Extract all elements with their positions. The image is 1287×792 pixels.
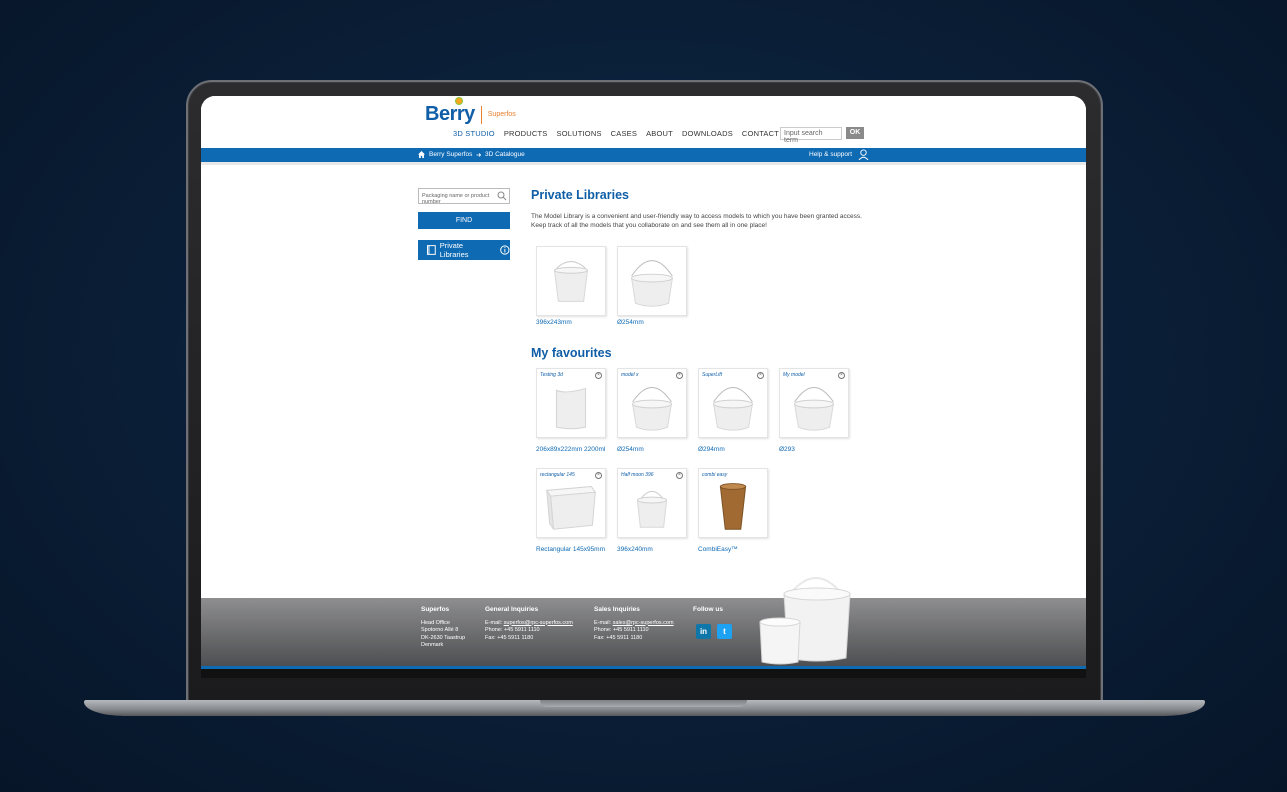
linkedin-icon[interactable]: in [696,624,711,639]
footer-general-title: General Inquiries [485,606,539,613]
bucket-image [631,260,673,307]
footer-follow-title: Follow us [693,606,723,613]
help-support-link[interactable]: Help & support [809,151,852,158]
nav-downloads[interactable]: DOWNLOADS [682,129,733,138]
bucket-image [636,490,668,528]
screen-bottom-bezel [201,669,1086,678]
bucket-image [631,386,673,431]
favourite-card[interactable]: model x × [617,368,687,438]
favourite-card[interactable]: combi easy [698,468,768,538]
library-caption[interactable]: 396x243mm [536,319,572,326]
favourite-caption[interactable]: Rectangular 145x95mm [536,546,605,553]
footer-email-prefix: E-mail: [485,619,503,626]
footer-address-line: Spotorno Allé 8 [421,627,459,633]
cup-image [719,483,747,530]
favourite-card[interactable]: My model × [779,368,849,438]
footer-general-email-link[interactable]: superfos@rpc-superfos.com [504,620,573,626]
breadcrumb: Berry Superfos ➜ 3D Catalogue Help & sup… [201,148,1086,162]
nav-contact[interactable]: CONTACT [742,129,779,138]
footer-address-line: Head Office [421,619,450,626]
nav-cases[interactable]: CASES [611,129,637,138]
favourite-caption[interactable]: Ø254mm [617,446,644,453]
logo-text: Berry [425,103,475,125]
nav-products[interactable]: PRODUCTS [504,129,548,138]
favourite-card[interactable]: Half moon 396 × [617,468,687,538]
favourite-caption[interactable]: Ø293 [779,446,795,453]
footer-follow: Follow us [693,606,723,620]
logo-subtext: Superfos [487,111,516,118]
favourite-card[interactable]: SuperLift × [698,368,768,438]
nav-3d-studio[interactable]: 3D STUDIO [453,129,495,138]
find-button[interactable]: FIND [418,212,510,229]
footer-general: General Inquiries E-mail: superfos@rpc-s… [485,606,573,642]
footer-buckets-image [759,577,851,665]
breadcrumb-3d-catalogue[interactable]: 3D Catalogue [485,151,525,158]
footer-superfos: Superfos Head Office Spotorno Allé 8 DK-… [421,606,465,650]
bucket-image [553,261,589,302]
user-icon[interactable] [858,149,869,160]
laptop-screen: Berry Superfos 3D STUDIO PRODUCTS SOLUTI… [201,96,1086,678]
footer-sales-fax: Fax: +45 5911 1180 [594,634,643,641]
private-libraries-title: Private Libraries [531,188,629,202]
bucket-image [712,386,754,431]
footer-general-fax: Fax: +45 5911 1180 [485,634,534,641]
footer-superfos-title: Superfos [421,606,450,613]
private-libraries-label: Private Libraries [439,241,469,259]
site-header: Berry Superfos 3D STUDIO PRODUCTS SOLUTI… [201,96,1086,148]
site-footer: Superfos Head Office Spotorno Allé 8 DK-… [201,577,1086,666]
footer-sales: Sales Inquiries E-mail: sales@rpc-superf… [594,606,674,642]
header-search-input[interactable]: Input search term [780,127,842,144]
private-libraries-intro: The Model Library is a convenient and us… [531,213,862,229]
library-card[interactable] [617,246,687,316]
search-icon[interactable] [497,191,507,201]
twitter-icon[interactable]: t [717,624,732,639]
logo-divider [480,106,482,124]
footer-email-prefix: E-mail: [594,619,612,626]
footer-sales-phone: Phone: +45 5911 1110 [594,627,649,633]
footer-general-phone: Phone: +45 5911 1110 [485,627,540,633]
favourite-card[interactable]: Testing 3d × [536,368,606,438]
favourites-title: My favourites [531,346,612,360]
footer-address-line: DK-2630 Taastrup [421,634,466,641]
header-divider [201,162,1086,165]
laptop-notch [540,700,747,707]
breadcrumb-berry-superfos[interactable]: Berry Superfos [429,151,472,158]
footer-address-line: Denmark [421,642,444,648]
favourite-caption[interactable]: Ø294mm [698,446,725,453]
book-icon [427,245,436,255]
info-icon[interactable] [500,245,510,255]
rectangular-container-image [545,485,597,530]
private-libraries-button[interactable]: Private Libraries [418,240,510,260]
favourite-caption[interactable]: 396x240mm [617,546,653,553]
footer-sales-email-link[interactable]: sales@rpc-superfos.com [613,620,674,626]
nav-about[interactable]: ABOUT [646,129,673,138]
berry-logo[interactable]: Berry Superfos [425,97,516,126]
bucket-image [793,386,835,431]
nav-solutions[interactable]: SOLUTIONS [557,129,602,138]
favourite-caption[interactable]: CombiEasy™ [698,546,738,553]
logo-dot-icon [455,97,463,105]
search-ok-button[interactable]: OK [846,127,864,139]
footer-sales-title: Sales Inquiries [594,606,640,613]
library-card[interactable] [536,246,606,316]
home-icon[interactable] [418,151,425,158]
library-caption[interactable]: Ø254mm [617,319,644,326]
main-nav: 3D STUDIO PRODUCTS SOLUTIONS CASES ABOUT… [453,129,779,138]
pouch-image [555,387,587,430]
favourite-card[interactable]: rectangular 145 × [536,468,606,538]
favourite-caption[interactable]: 206x89x222mm 2200ml [536,446,605,453]
breadcrumb-arrow-icon: ➜ [476,152,482,159]
